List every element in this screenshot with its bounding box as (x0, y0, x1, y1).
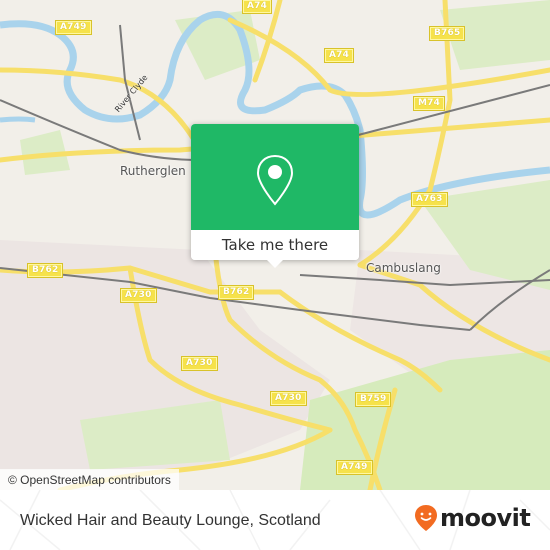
moovit-logo[interactable]: moovit (414, 503, 531, 533)
place-label-cambuslang: Cambuslang (366, 261, 441, 275)
place-label-rutherglen: Rutherglen (120, 164, 186, 178)
road-label: B765 (428, 26, 466, 41)
location-popup: Take me there (191, 124, 359, 268)
road-label: B759 (354, 392, 392, 407)
road-label: A74 (241, 0, 273, 14)
map-attribution[interactable]: © OpenStreetMap contributors (0, 469, 179, 490)
road-label: A763 (411, 192, 448, 207)
popup-pointer (267, 260, 283, 268)
moovit-wordmark: moovit (440, 504, 531, 532)
road-label: B762 (26, 263, 64, 278)
road-label: A730 (181, 356, 218, 371)
road-label: A749 (336, 460, 373, 475)
road-label: A730 (120, 288, 157, 303)
attribution-text: © OpenStreetMap contributors (8, 473, 171, 487)
road-label: A749 (55, 20, 92, 35)
moovit-pin-icon (415, 505, 437, 531)
road-label: M74 (412, 96, 446, 111)
road-label: A74 (323, 48, 355, 63)
map-pin-icon (256, 154, 294, 206)
road-label: A730 (270, 391, 307, 406)
road-label: B762 (217, 285, 255, 300)
popup-header (191, 124, 359, 230)
take-me-there-button[interactable]: Take me there (191, 230, 359, 260)
place-title: Wicked Hair and Beauty Lounge, Scotland (20, 512, 321, 529)
